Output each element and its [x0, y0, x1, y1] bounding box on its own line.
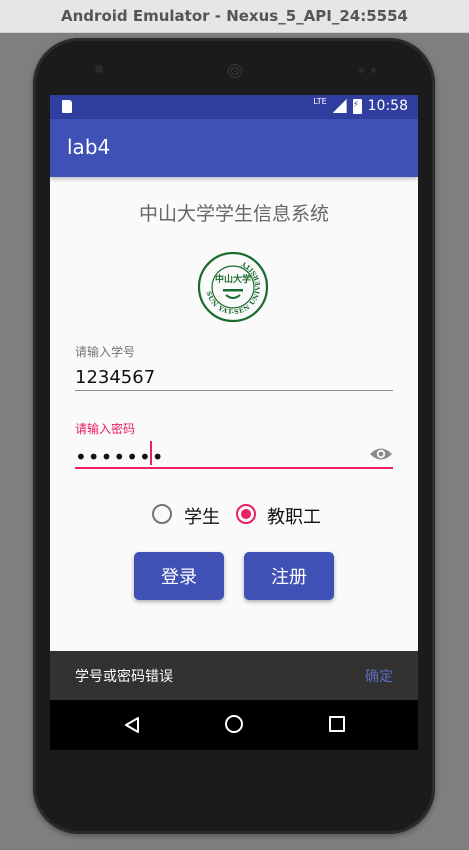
- text-caret: [150, 441, 152, 465]
- radio-student[interactable]: [152, 504, 172, 524]
- lte-label: LTE: [313, 97, 327, 106]
- student-id-label: 请输入学号: [75, 345, 136, 359]
- login-button[interactable]: 登录: [134, 552, 224, 600]
- back-icon[interactable]: [123, 716, 141, 734]
- window-title: Android Emulator - Nexus_5_API_24:5554: [61, 7, 408, 25]
- password-label: 请输入密码: [75, 422, 136, 436]
- status-time: 10:58: [367, 98, 408, 114]
- emulator-title-bar: Android Emulator - Nexus_5_API_24:5554: [0, 0, 469, 33]
- app-title: lab4: [67, 135, 111, 159]
- page-title: 中山大学学生信息系统: [138, 203, 329, 225]
- radio-staff-dot: [241, 509, 251, 519]
- register-button[interactable]: 注册: [244, 552, 334, 600]
- student-id-input[interactable]: 1234567: [75, 367, 155, 388]
- eye-icon[interactable]: [369, 444, 393, 464]
- snackbar-message: 学号或密码错误: [75, 669, 173, 685]
- home-icon[interactable]: [225, 715, 243, 733]
- light-sensor: [371, 68, 376, 73]
- sd-card-icon: [62, 100, 72, 113]
- earpiece-speaker: [226, 62, 244, 80]
- device-screen: LTE 10:58 lab4 中山大学学生信息系统 SUN YAT-SEN UN…: [50, 95, 418, 750]
- radio-staff-label[interactable]: 教职工: [267, 503, 321, 529]
- navigation-bar: [50, 700, 418, 750]
- recent-apps-icon[interactable]: [329, 716, 345, 732]
- proximity-sensor: [359, 68, 364, 73]
- snackbar: 学号或密码错误 确定: [50, 651, 418, 700]
- university-logo: SUN YAT-SEN UNIVERSITY 中山大学: [197, 251, 269, 323]
- student-id-underline: [75, 390, 393, 391]
- password-underline: [75, 467, 393, 469]
- status-bar: LTE 10:58: [50, 95, 418, 119]
- snackbar-confirm-button[interactable]: 确定: [365, 666, 393, 686]
- front-camera: [95, 65, 103, 73]
- battery-charging-icon: [352, 98, 362, 114]
- radio-staff[interactable]: [236, 504, 256, 524]
- app-bar: lab4: [50, 119, 418, 177]
- radio-student-label[interactable]: 学生: [184, 503, 220, 529]
- signal-icon: [332, 99, 347, 113]
- logo-center-text: 中山大学: [215, 273, 251, 285]
